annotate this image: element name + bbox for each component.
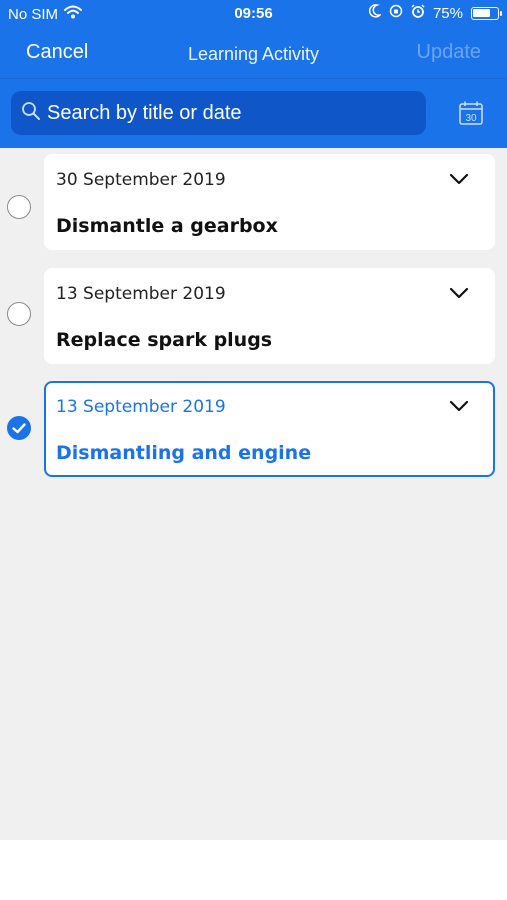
- search-input[interactable]: [47, 101, 407, 125]
- alarm-icon: [411, 4, 425, 22]
- update-button[interactable]: Update: [417, 41, 482, 64]
- orientation-lock-icon: [389, 4, 403, 22]
- activity-title: Dismantle a gearbox: [56, 215, 278, 237]
- activity-card[interactable]: 30 September 2019 Dismantle a gearbox: [44, 154, 495, 250]
- chevron-down-icon[interactable]: [449, 286, 469, 304]
- activity-row: 13 September 2019 Dismantling and engine: [0, 381, 507, 477]
- radio-button[interactable]: [7, 195, 31, 219]
- radio-button-checked[interactable]: [7, 416, 31, 440]
- chevron-down-icon[interactable]: [449, 399, 469, 417]
- search-bar[interactable]: [11, 91, 426, 135]
- navigation-bar: Cancel Learning Activity Update: [0, 28, 507, 78]
- checkmark-icon: [12, 423, 26, 434]
- activity-row: 13 September 2019 Replace spark plugs: [0, 268, 507, 364]
- chevron-down-icon[interactable]: [449, 172, 469, 190]
- activity-row: 30 September 2019 Dismantle a gearbox: [0, 154, 507, 250]
- nav-divider: [0, 78, 507, 79]
- activity-date: 13 September 2019: [56, 284, 226, 304]
- calendar-day-label: 30: [465, 113, 477, 124]
- activity-card[interactable]: 13 September 2019 Replace spark plugs: [44, 268, 495, 364]
- radio-button[interactable]: [7, 302, 31, 326]
- battery-icon: [471, 6, 502, 20]
- status-bar: No SIM 09:56 75%: [0, 0, 507, 28]
- battery-fill: [473, 8, 491, 17]
- activity-title: Dismantling and engine: [56, 442, 312, 464]
- status-right: 75%: [368, 4, 502, 22]
- activity-card-selected[interactable]: 13 September 2019 Dismantling and engine: [44, 381, 495, 477]
- search-icon: [21, 101, 41, 126]
- battery-percent: 75%: [432, 4, 463, 22]
- calendar-icon[interactable]: 30: [458, 100, 484, 131]
- activity-list: 30 September 2019 Dismantle a gearbox 13…: [0, 148, 507, 840]
- activity-title: Replace spark plugs: [56, 329, 273, 351]
- activity-date: 13 September 2019: [56, 397, 226, 417]
- app-header: No SIM 09:56 75% Cancel Learning Activit…: [0, 0, 507, 148]
- moon-icon: [368, 4, 383, 22]
- activity-date: 30 September 2019: [56, 170, 226, 190]
